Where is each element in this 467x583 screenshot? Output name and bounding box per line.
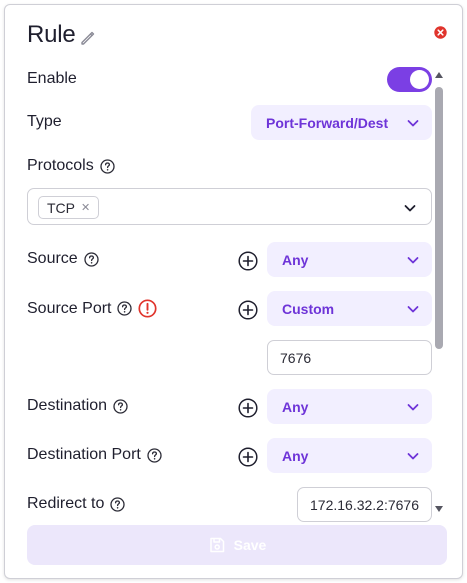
destination-port-label-text: Destination Port [27, 446, 141, 463]
help-icon[interactable] [100, 158, 115, 174]
source-port-select[interactable]: Custom [267, 291, 432, 326]
add-destination-plus-icon[interactable] [238, 398, 258, 418]
destination-label-text: Destination [27, 397, 108, 414]
scroll-down-arrow-icon[interactable] [434, 505, 444, 513]
help-icon[interactable] [113, 398, 128, 414]
save-button[interactable]: Save [27, 525, 447, 565]
source-port-label: Source Port [27, 299, 158, 318]
help-icon[interactable] [84, 251, 99, 267]
chevron-down-icon [407, 403, 419, 410]
scrollbar-thumb[interactable] [435, 87, 443, 349]
help-icon[interactable] [147, 447, 162, 463]
chevron-down-icon [407, 119, 419, 126]
help-icon[interactable] [110, 496, 126, 512]
destination-port-label: Destination Port [27, 446, 162, 464]
save-button-label: Save [233, 537, 267, 553]
add-destination-port-plus-icon[interactable] [238, 447, 258, 467]
enable-label: Enable [27, 70, 77, 87]
type-select[interactable]: Port-Forward/Dest [251, 105, 432, 140]
destination-select[interactable]: Any [267, 389, 432, 424]
source-port-label-text: Source Port [27, 299, 112, 317]
source-select[interactable]: Any [267, 242, 432, 277]
help-icon[interactable] [117, 301, 133, 316]
chevron-down-icon [404, 205, 416, 212]
chip-remove-icon[interactable]: ✕ [81, 201, 90, 214]
protocol-chip-label: TCP [47, 199, 75, 216]
destination-select-value: Any [282, 398, 309, 415]
add-source-plus-icon[interactable] [238, 251, 258, 271]
panel-title: Rule [27, 21, 76, 48]
source-port-select-value: Custom [282, 300, 335, 317]
type-select-value: Port-Forward/Dest [266, 114, 389, 131]
protocol-chip: TCP ✕ [38, 196, 100, 219]
redirect-to-label-text: Redirect to [27, 495, 105, 512]
toggle-knob [410, 70, 429, 89]
protocols-label-text: Protocols [27, 157, 94, 174]
source-select-value: Any [282, 251, 309, 268]
destination-label: Destination [27, 397, 128, 415]
warning-icon [138, 299, 158, 318]
source-label: Source [27, 250, 99, 268]
destination-port-select-value: Any [282, 447, 309, 464]
save-icon [209, 537, 224, 553]
protocols-label: Protocols [27, 157, 115, 175]
chevron-down-icon [407, 305, 419, 312]
enable-toggle[interactable] [387, 67, 432, 92]
source-label-text: Source [27, 250, 78, 267]
protocols-multiselect[interactable]: TCP ✕ [27, 188, 432, 225]
redirect-to-label: Redirect to [27, 495, 126, 513]
redirect-to-input[interactable]: 172.16.32.2:7676 [297, 487, 432, 522]
type-label: Type [27, 113, 62, 130]
close-icon[interactable] [434, 26, 447, 39]
rule-panel: Rule Enable Type Port-Forward/Dest Proto… [4, 4, 463, 579]
chevron-down-icon [407, 452, 419, 459]
add-source-port-plus-icon[interactable] [238, 300, 258, 320]
destination-port-select[interactable]: Any [267, 438, 432, 473]
pencil-icon[interactable] [79, 29, 97, 47]
source-port-input[interactable]: 7676 [267, 340, 432, 375]
chevron-down-icon [407, 256, 419, 263]
scroll-up-arrow-icon[interactable] [434, 71, 444, 79]
